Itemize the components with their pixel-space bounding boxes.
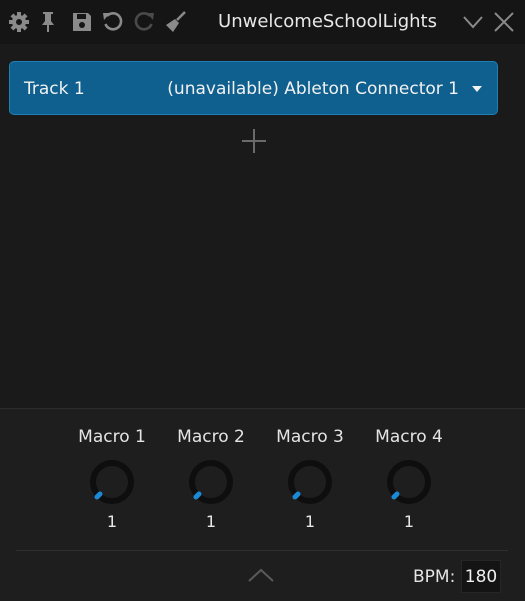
dropdown-caret-icon[interactable] [471, 85, 483, 93]
title-bar: UnwelcomeSchoolLights [0, 0, 525, 44]
broom-icon[interactable] [164, 10, 188, 34]
window-title: UnwelcomeSchoolLights [218, 11, 437, 32]
macro-knob[interactable] [285, 457, 335, 507]
close-icon[interactable] [492, 10, 516, 34]
macro-4: Macro 4 1 [364, 425, 454, 533]
macro-value: 1 [205, 512, 217, 531]
macro-knob[interactable] [384, 457, 434, 507]
macro-value: 1 [403, 512, 415, 531]
macro-3: Macro 3 1 [265, 425, 355, 533]
macro-label: Macro 3 [276, 427, 344, 447]
chevron-up-icon[interactable] [246, 565, 276, 585]
track-row[interactable]: Track 1 (unavailable) Ableton Connector … [9, 61, 498, 115]
divider [16, 550, 508, 551]
macro-1: Macro 1 1 [67, 425, 157, 533]
macro-knob[interactable] [87, 457, 137, 507]
pin-icon[interactable] [36, 10, 60, 34]
macro-knob[interactable] [186, 457, 236, 507]
track-name: Track 1 [24, 79, 85, 99]
gear-icon[interactable] [7, 10, 31, 34]
macro-label: Macro 2 [177, 427, 245, 447]
macro-value: 1 [304, 512, 316, 531]
macro-value: 1 [106, 512, 118, 531]
bpm-input[interactable] [461, 560, 501, 593]
chevron-down-icon[interactable] [461, 10, 485, 34]
track-device-select[interactable]: (unavailable) Ableton Connector 1 [167, 62, 459, 116]
macro-label: Macro 4 [375, 427, 443, 447]
undo-icon[interactable] [101, 10, 125, 34]
bpm-label: BPM: [413, 567, 456, 587]
macro-label: Macro 1 [78, 427, 146, 447]
save-icon[interactable] [70, 10, 94, 34]
macro-2: Macro 2 1 [166, 425, 256, 533]
macro-panel: Macro 1 1 Macro 2 1 Macro 3 1 Macro 4 1 [0, 408, 525, 601]
add-track-icon[interactable] [239, 126, 269, 156]
redo-icon[interactable] [132, 10, 156, 34]
